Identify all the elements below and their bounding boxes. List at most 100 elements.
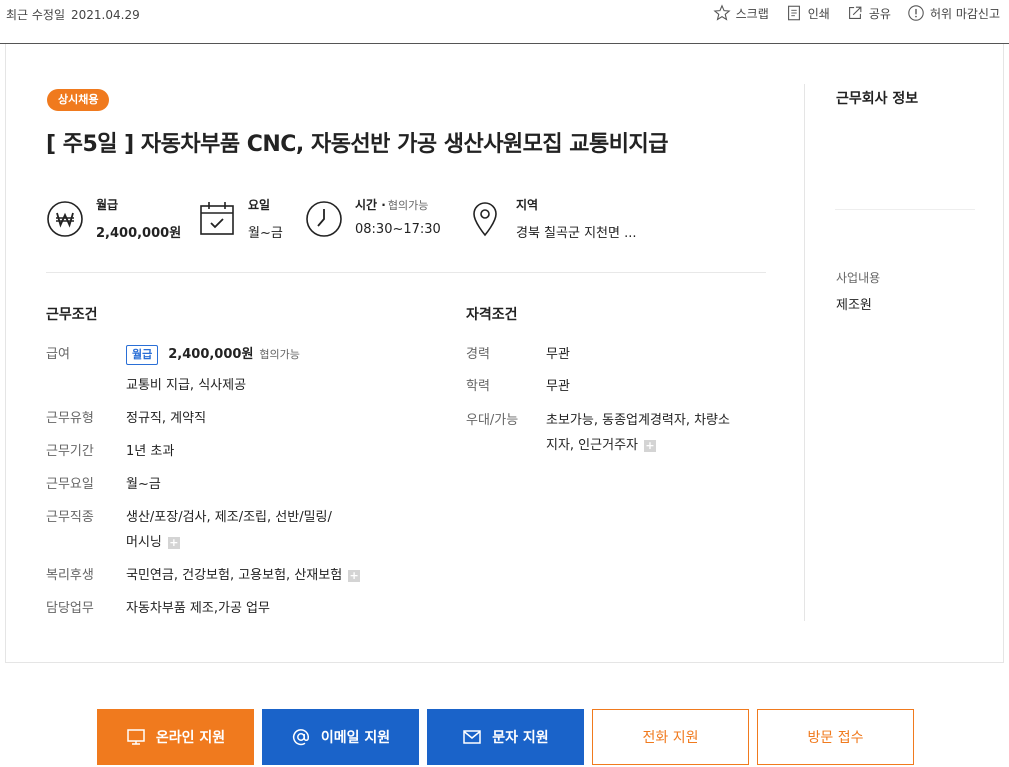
report-button[interactable]: 허위 마감신고 (907, 4, 1000, 22)
condition-value: 자동차부품 제조,가공 업무 (126, 601, 270, 616)
expand-plus-icon[interactable]: + (167, 536, 180, 549)
summary-region-value: 경북 칠곡군 지천면 ... (516, 226, 637, 241)
hiring-status-badge: 상시채용 (47, 89, 110, 111)
summary-divider (46, 272, 766, 273)
condition-value: 생산/포장/검사, 제조/조립, 선반/밀링/ (126, 510, 332, 525)
condition-key: 근무요일 (46, 477, 94, 492)
sms-apply-button[interactable]: 문자 지원 (427, 709, 584, 765)
condition-key: 담당업무 (46, 601, 94, 616)
share-icon (848, 6, 862, 19)
summary-region: 지역 경북 칠곡군 지천면 ... (466, 196, 636, 241)
company-info-title: 근무회사 정보 (836, 91, 919, 107)
share-label: 공유 (868, 6, 891, 21)
share-button[interactable]: 공유 (846, 4, 891, 22)
qualification-career: 경력 무관 (466, 342, 570, 367)
summary-days: 요일 월~금 (198, 196, 283, 241)
exclamation-circle-icon (908, 5, 924, 21)
job-detail-card: 상시채용 [ 주5일 ] 자동차부품 CNC, 자동선반 가공 생산사원모집 교… (5, 44, 1004, 663)
company-business-value: 제조원 (836, 298, 872, 313)
calendar-icon (200, 202, 234, 235)
pay-note: 협의가능 (259, 348, 300, 361)
company-business-key: 사업내용 (836, 271, 881, 285)
clock-icon (306, 201, 342, 237)
won-icon (47, 201, 83, 237)
summary-pay-label: 월급 (96, 198, 119, 212)
online-apply-button[interactable]: 온라인 지원 (97, 709, 254, 765)
condition-duty: 담당업무 자동차부품 제조,가공 업무 (46, 596, 270, 621)
summary-time-value: 08:30~17:30 (355, 222, 441, 237)
visit-apply-button[interactable]: 방문 접수 (757, 709, 914, 765)
apply-buttons: 온라인 지원 이메일 지원 문자 지원 전화 지원 방문 접수 (97, 709, 914, 765)
job-title: [ 주5일 ] 자동차부품 CNC, 자동선반 가공 생산사원모집 교통비지급 (46, 132, 669, 157)
condition-value: 1년 초과 (126, 444, 175, 459)
qualifications-title: 자격조건 (466, 307, 518, 323)
header-actions: 스크랩 인쇄 공유 허위 마감신고 (713, 4, 1000, 22)
expand-plus-icon[interactable]: + (644, 439, 656, 452)
at-sign-icon (292, 729, 309, 746)
condition-key: 근무기간 (46, 444, 94, 459)
condition-key: 급여 (46, 347, 70, 362)
side-panel-divider (804, 84, 805, 621)
last-modified-date: 2021.04.29 (71, 8, 140, 22)
pay-extra: 교통비 지급, 식사제공 (126, 378, 247, 393)
star-icon (713, 4, 731, 21)
condition-pay-extra: 교통비 지급, 식사제공 (46, 373, 246, 398)
scrap-button[interactable]: 스크랩 (713, 4, 769, 22)
scrap-label: 스크랩 (735, 6, 769, 21)
qualification-key: 우대/가능 (466, 413, 519, 428)
print-label: 인쇄 (807, 6, 830, 21)
qualification-value: 지자, 인근거주자 (546, 438, 638, 453)
pay-type-tag: 월급 (126, 344, 159, 365)
qualification-key: 경력 (466, 347, 490, 362)
phone-apply-label: 전화 지원 (642, 730, 699, 746)
visit-apply-label: 방문 접수 (807, 730, 864, 746)
condition-value: 월~금 (126, 477, 161, 492)
summary-time: 시간 · 협의가능 08:30~17:30 (305, 196, 441, 238)
qualification-preference: 우대/가능 초보가능, 동종업계경력자, 차량소 지자, 인근거주자 + (466, 408, 730, 458)
qualification-education: 학력 무관 (466, 374, 570, 399)
summary-pay-value: 2,400,000원 (96, 226, 182, 241)
qualification-value: 무관 (546, 379, 570, 394)
condition-type: 근무유형 정규직, 계약직 (46, 406, 206, 431)
pay-amount: 2,400,000원 (168, 347, 254, 362)
last-modified: 최근 수정일 2021.04.29 (6, 6, 140, 23)
phone-apply-button[interactable]: 전화 지원 (592, 709, 749, 765)
job-summary: 월급 2,400,000원 요일 월~금 시간 · 협의가능 08:30~17:3… (46, 196, 766, 256)
summary-pay: 월급 2,400,000원 (46, 196, 181, 241)
condition-welfare: 복리후생 국민연금, 건강보험, 고용보험, 산재보험 + (46, 563, 361, 588)
summary-time-label: 시간 · 협의가능 (355, 196, 441, 213)
condition-value: 정규직, 계약직 (126, 411, 207, 426)
company-info-divider (835, 209, 975, 210)
condition-job: 근무직종 생산/포장/검사, 제조/조립, 선반/밀링/ 머시닝 + (46, 505, 332, 555)
condition-period: 근무기간 1년 초과 (46, 439, 174, 464)
summary-region-label: 지역 (516, 198, 539, 212)
condition-key: 근무유형 (46, 411, 94, 426)
condition-days: 근무요일 월~금 (46, 472, 161, 497)
online-apply-label: 온라인 지원 (155, 730, 226, 746)
summary-days-value: 월~금 (248, 226, 283, 241)
report-label: 허위 마감신고 (929, 6, 1000, 21)
last-modified-label: 최근 수정일 (6, 8, 66, 22)
qualification-value: 초보가능, 동종업계경력자, 차량소 (546, 413, 730, 428)
condition-value: 머시닝 (126, 535, 162, 550)
envelope-icon (463, 730, 482, 744)
monitor-icon (127, 729, 145, 745)
sms-apply-label: 문자 지원 (492, 730, 549, 746)
condition-key: 근무직종 (46, 510, 94, 525)
print-button[interactable]: 인쇄 (785, 4, 830, 22)
summary-time-sub: 협의가능 (387, 199, 429, 212)
document-icon (787, 5, 800, 21)
top-bar: 최근 수정일 2021.04.29 스크랩 인쇄 공유 허위 마감신고 (0, 0, 1009, 44)
condition-pay: 급여 월급 2,400,000원 협의가능 (46, 342, 300, 367)
summary-time-label-text: 시간 · (355, 198, 386, 212)
conditions-title: 근무조건 (46, 307, 98, 323)
email-apply-button[interactable]: 이메일 지원 (262, 709, 419, 765)
qualification-key: 학력 (466, 379, 490, 394)
expand-plus-icon[interactable]: + (348, 569, 361, 582)
condition-value: 국민연금, 건강보험, 고용보험, 산재보험 (126, 568, 343, 583)
summary-days-label: 요일 (248, 198, 271, 212)
qualification-value: 무관 (546, 347, 570, 362)
location-pin-icon (473, 202, 497, 237)
email-apply-label: 이메일 지원 (320, 730, 391, 746)
condition-key: 복리후생 (46, 568, 94, 583)
